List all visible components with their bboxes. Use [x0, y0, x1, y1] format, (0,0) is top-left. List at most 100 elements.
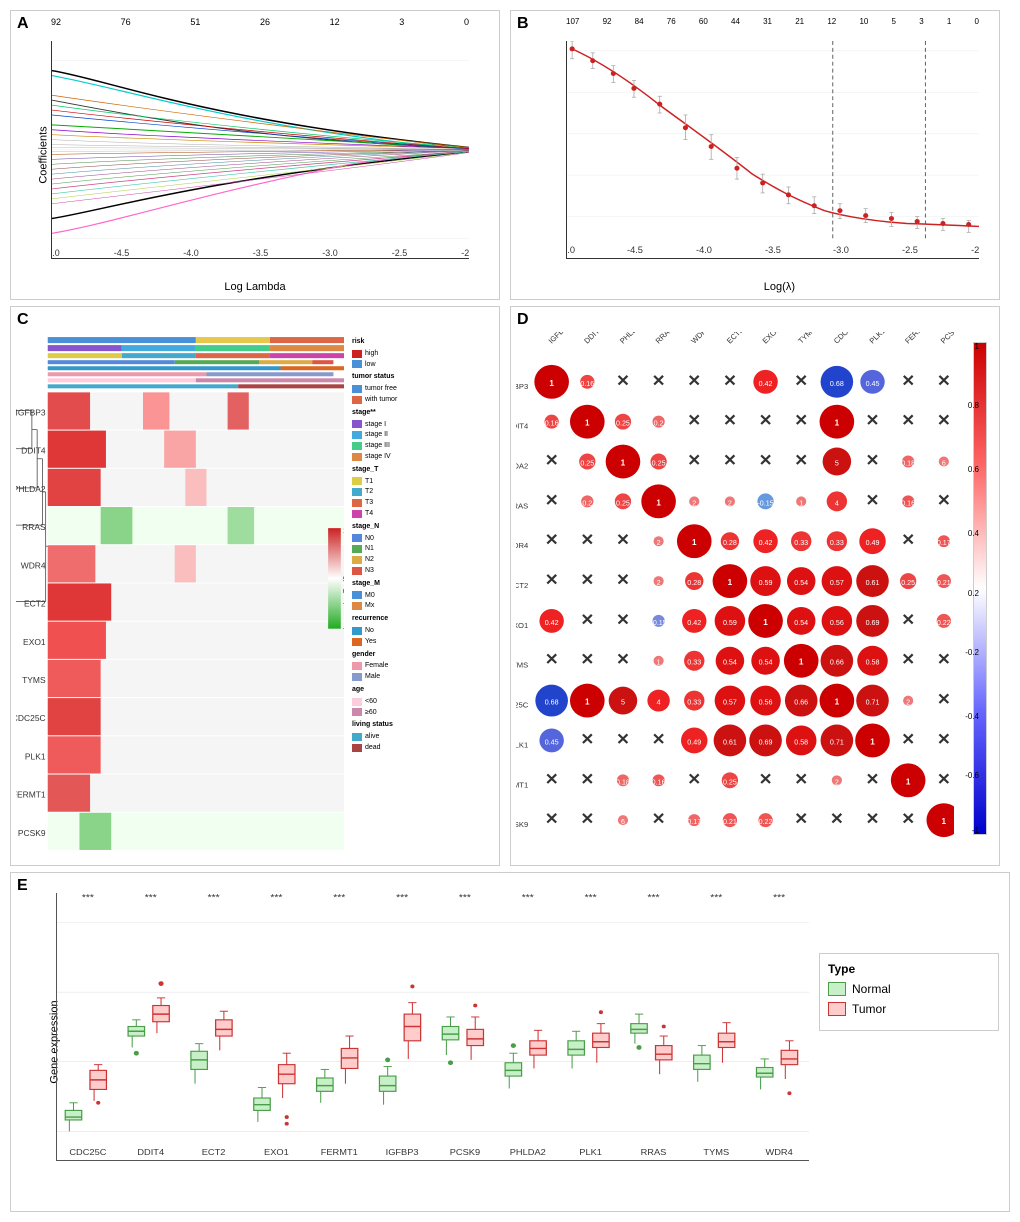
- svg-text:✕: ✕: [723, 452, 737, 470]
- svg-text:0.16: 0.16: [580, 381, 594, 388]
- svg-text:RRAS: RRAS: [22, 523, 46, 532]
- svg-text:ECT2: ECT2: [202, 1148, 226, 1158]
- svg-text:0.61: 0.61: [866, 580, 880, 587]
- panel-b-top-numbers: 107 92 84 76 60 44 31 21 12 10 5 3 1 0: [566, 17, 979, 26]
- svg-text:TYMS: TYMS: [516, 661, 528, 670]
- svg-text:0.45: 0.45: [866, 381, 880, 388]
- svg-text:0.71: 0.71: [866, 700, 880, 707]
- svg-text:-3.0: -3.0: [833, 245, 849, 255]
- svg-text:✕: ✕: [616, 651, 630, 669]
- svg-text:RRAS: RRAS: [641, 1148, 667, 1158]
- svg-text:✕: ✕: [545, 571, 559, 589]
- svg-text:***: ***: [396, 893, 408, 904]
- svg-text:-0.15: -0.15: [650, 620, 666, 627]
- svg-text:WDR4: WDR4: [516, 541, 528, 550]
- svg-text:0.42: 0.42: [759, 381, 773, 388]
- svg-text:ECT2: ECT2: [725, 332, 745, 345]
- legend-tumor-box: [828, 1002, 846, 1016]
- svg-text:0.54: 0.54: [723, 660, 737, 667]
- svg-text:DDIT4: DDIT4: [582, 332, 604, 345]
- svg-text:RRAS: RRAS: [654, 332, 675, 345]
- svg-text:✕: ✕: [866, 810, 880, 828]
- svg-text:CDC25C: CDC25C: [516, 701, 529, 710]
- svg-text:PLK1: PLK1: [868, 332, 888, 345]
- svg-text:4: 4: [657, 700, 661, 707]
- svg-text:IGFBP3: IGFBP3: [386, 1148, 419, 1158]
- svg-text:1: 1: [621, 459, 626, 468]
- svg-text:0.68: 0.68: [545, 700, 559, 707]
- boxplot-chart: 5 10 15 *** *** *** *** *** *** *** *** …: [56, 893, 809, 1161]
- svg-text:✕: ✕: [616, 611, 630, 629]
- svg-text:✕: ✕: [580, 810, 594, 828]
- panel-a-chart: 0.005 0.000 -0.005 -5.0 -4.5 -4.0 -3.5 -…: [51, 41, 469, 259]
- svg-text:5: 5: [835, 461, 839, 468]
- svg-text:0.59: 0.59: [723, 620, 737, 627]
- svg-text:0.57: 0.57: [723, 700, 737, 707]
- svg-text:PCSK9: PCSK9: [450, 1148, 480, 1158]
- svg-text:***: ***: [647, 893, 659, 904]
- panel-a-label: A: [17, 15, 29, 33]
- panel-c: C: [10, 306, 500, 866]
- svg-text:***: ***: [208, 893, 220, 904]
- svg-text:TYMS: TYMS: [22, 676, 46, 685]
- svg-text:1: 1: [799, 658, 804, 667]
- svg-text:0.58: 0.58: [866, 660, 880, 667]
- svg-text:CDC25C: CDC25C: [16, 714, 46, 723]
- svg-text:0.61: 0.61: [723, 739, 737, 746]
- svg-text:-5.0: -5.0: [52, 248, 60, 258]
- svg-text:-5: -5: [343, 599, 344, 608]
- svg-text:✕: ✕: [794, 372, 808, 390]
- legend-tumor-label: Tumor: [852, 1002, 886, 1016]
- svg-text:✕: ✕: [937, 731, 951, 749]
- svg-text:ECT2: ECT2: [516, 581, 528, 590]
- svg-text:FERMT1: FERMT1: [321, 1148, 358, 1158]
- svg-text:0.42: 0.42: [545, 620, 559, 627]
- svg-text:0.17: 0.17: [687, 819, 701, 826]
- svg-text:DDIT4: DDIT4: [137, 1148, 164, 1158]
- svg-text:PLK1: PLK1: [25, 753, 46, 762]
- svg-text:✕: ✕: [545, 770, 559, 788]
- svg-text:✕: ✕: [937, 491, 951, 509]
- row1: A 92 76 51 26 12 3 0 Coefficients: [10, 10, 1010, 300]
- svg-text:PHLDA2: PHLDA2: [510, 1148, 546, 1158]
- svg-text:-2.0: -2.0: [461, 248, 469, 258]
- legend-normal-label: Normal: [852, 982, 891, 996]
- svg-text:0.68: 0.68: [830, 381, 844, 388]
- svg-text:✕: ✕: [652, 731, 666, 749]
- svg-text:0.18: 0.18: [901, 461, 915, 468]
- panel-e-label: E: [17, 877, 28, 895]
- svg-text:0.16: 0.16: [901, 500, 915, 507]
- svg-text:1: 1: [906, 777, 911, 786]
- svg-text:1: 1: [728, 578, 733, 587]
- svg-text:1: 1: [835, 419, 840, 428]
- svg-text:✕: ✕: [616, 731, 630, 749]
- svg-text:***: ***: [522, 893, 534, 904]
- panel-b: B 107 92 84 76 60 44 31 21 12 10 5 3 1 0…: [510, 10, 1000, 300]
- svg-text:PLK1: PLK1: [516, 741, 528, 750]
- svg-text:✕: ✕: [723, 412, 737, 430]
- svg-text:2: 2: [835, 779, 839, 786]
- svg-text:0.56: 0.56: [830, 620, 844, 627]
- svg-text:✕: ✕: [866, 770, 880, 788]
- svg-text:1: 1: [763, 618, 768, 627]
- svg-text:-4.0: -4.0: [183, 248, 198, 258]
- svg-text:✕: ✕: [580, 770, 594, 788]
- svg-text:WDR4: WDR4: [21, 562, 46, 571]
- svg-text:0.49: 0.49: [866, 540, 880, 547]
- svg-text:EXO1: EXO1: [23, 638, 46, 647]
- svg-text:0.25: 0.25: [580, 461, 594, 468]
- svg-text:✕: ✕: [580, 651, 594, 669]
- svg-text:0.56: 0.56: [759, 700, 773, 707]
- svg-text:***: ***: [145, 893, 157, 904]
- svg-text:✕: ✕: [687, 770, 701, 788]
- svg-text:PCSK9: PCSK9: [18, 829, 46, 838]
- svg-text:✕: ✕: [901, 531, 915, 549]
- svg-text:PHLDA2: PHLDA2: [618, 332, 645, 345]
- svg-text:-2.0: -2.0: [971, 245, 979, 255]
- svg-text:FERMT1: FERMT1: [16, 791, 46, 800]
- svg-text:0.33: 0.33: [830, 540, 844, 547]
- main-container: A 92 76 51 26 12 3 0 Coefficients: [0, 0, 1020, 1222]
- svg-text:-4.0: -4.0: [696, 245, 712, 255]
- svg-text:TYMS: TYMS: [796, 332, 817, 345]
- svg-text:6: 6: [621, 819, 625, 826]
